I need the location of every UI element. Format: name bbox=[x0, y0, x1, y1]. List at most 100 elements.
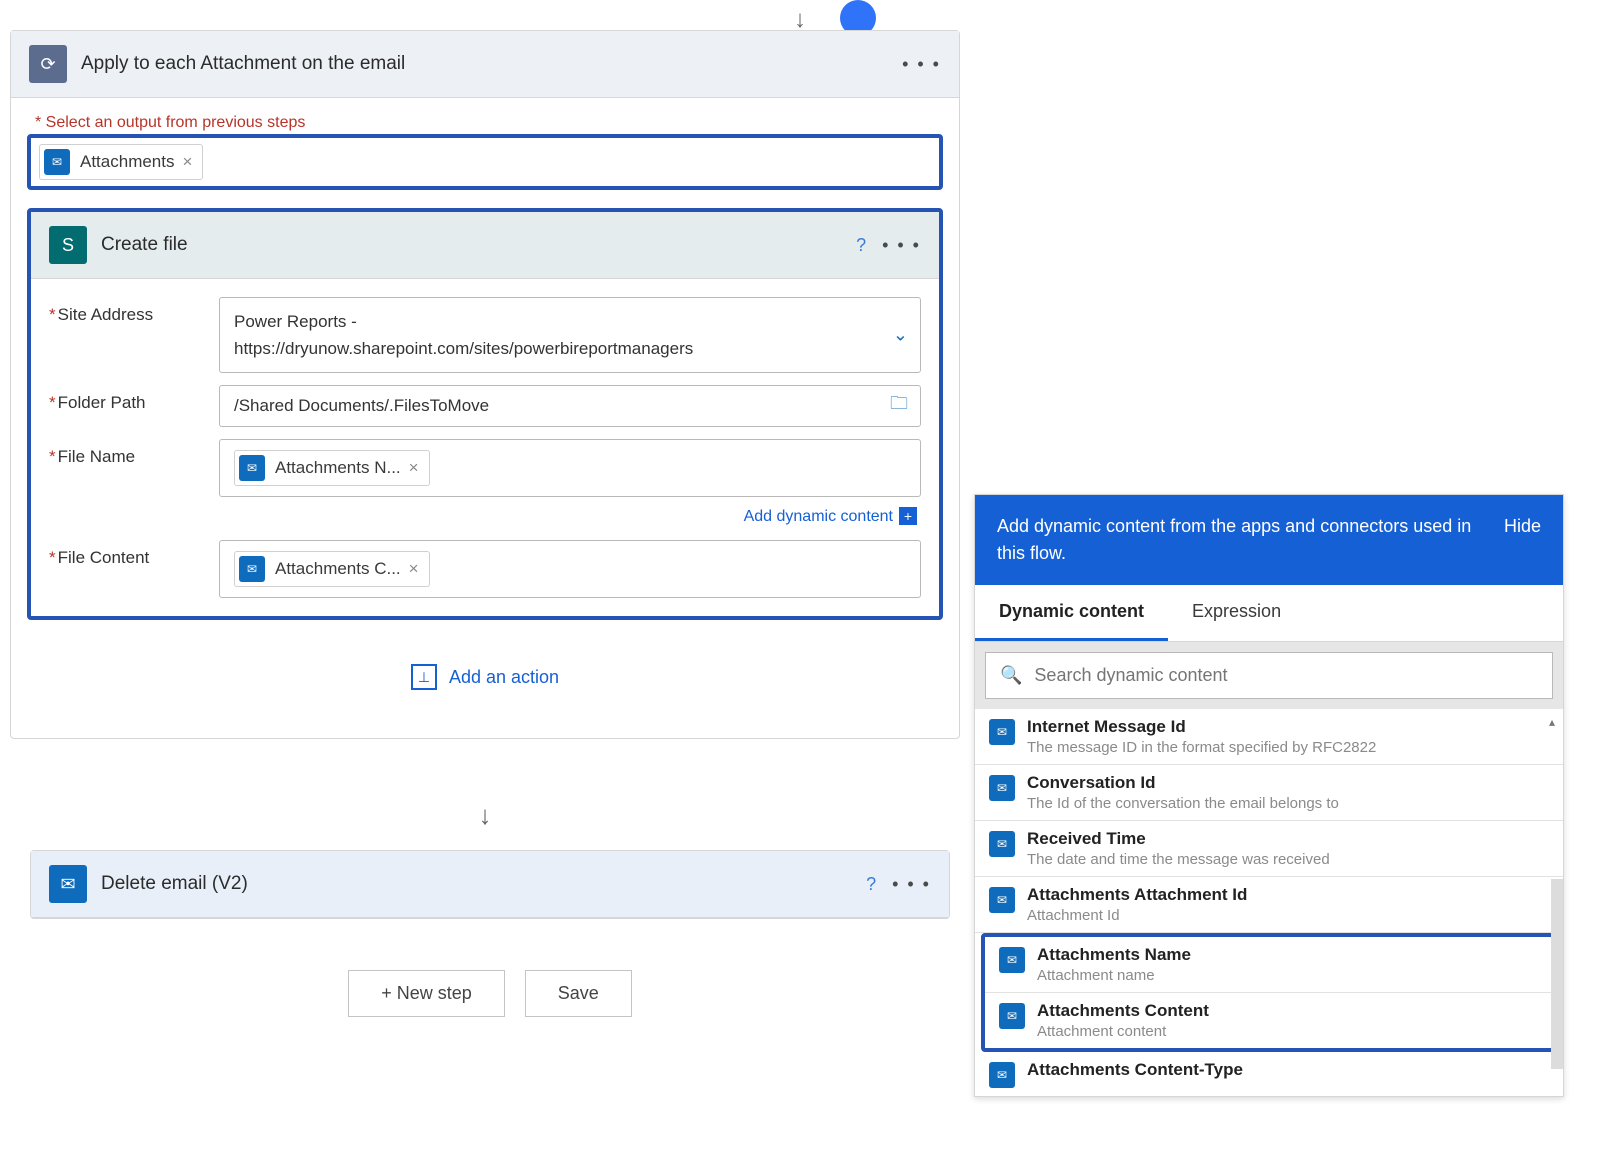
apply-to-each-title: Apply to each Attachment on the email bbox=[81, 53, 902, 75]
outlook-icon: ✉ bbox=[989, 831, 1015, 857]
file-name-input[interactable]: ✉ Attachments N... × bbox=[219, 439, 921, 497]
dc-item-desc: The date and time the message was receiv… bbox=[1027, 851, 1330, 868]
dc-item-title: Attachments Content-Type bbox=[1027, 1060, 1243, 1080]
site-address-input[interactable]: Power Reports - https://dryunow.sharepoi… bbox=[219, 297, 921, 373]
add-dynamic-content-link[interactable]: Add dynamic content+ bbox=[744, 508, 917, 525]
site-address-line2: https://dryunow.sharepoint.com/sites/pow… bbox=[234, 335, 693, 362]
new-step-button[interactable]: + New step bbox=[348, 970, 505, 1017]
add-action-label: Add an action bbox=[449, 667, 559, 688]
dc-item-attachments-content[interactable]: ✉ Attachments Content Attachment content bbox=[985, 993, 1553, 1048]
help-icon[interactable]: ? bbox=[856, 235, 866, 256]
outlook-icon: ✉ bbox=[239, 556, 265, 582]
save-button[interactable]: Save bbox=[525, 970, 632, 1017]
file-content-token[interactable]: ✉ Attachments C... × bbox=[234, 551, 430, 587]
token-label: Attachments N... bbox=[275, 458, 401, 478]
create-file-header[interactable]: S Create file ? • • • bbox=[31, 212, 939, 279]
remove-token-icon[interactable]: × bbox=[409, 458, 419, 478]
attachments-token[interactable]: ✉ Attachments × bbox=[39, 144, 203, 180]
search-box[interactable]: 🔍 bbox=[985, 652, 1553, 699]
dc-item-conversation-id[interactable]: ✉ Conversation Id The Id of the conversat… bbox=[975, 765, 1563, 821]
dc-item-desc: The Id of the conversation the email bel… bbox=[1027, 795, 1339, 812]
search-icon: 🔍 bbox=[1000, 665, 1022, 686]
search-wrap: 🔍 bbox=[975, 642, 1563, 709]
outlook-icon: ✉ bbox=[999, 947, 1025, 973]
remove-token-icon[interactable]: × bbox=[183, 152, 193, 172]
remove-token-icon[interactable]: × bbox=[409, 559, 419, 579]
dc-item-attachment-id[interactable]: ✉ Attachments Attachment Id Attachment Id bbox=[975, 877, 1563, 933]
outlook-icon: ✉ bbox=[44, 149, 70, 175]
folder-path-row: *Folder Path /Shared Documents/.FilesToM… bbox=[31, 379, 939, 433]
folder-picker-icon[interactable]: 🗀 bbox=[890, 391, 908, 421]
dc-item-desc: Attachment content bbox=[1037, 1023, 1209, 1040]
add-dynamic-content-link-row: Add dynamic content+ bbox=[31, 503, 939, 534]
token-label: Attachments C... bbox=[275, 559, 401, 579]
outlook-icon: ✉ bbox=[989, 1062, 1015, 1088]
site-address-row: *Site Address Power Reports - https://dr… bbox=[31, 291, 939, 379]
delete-email-title: Delete email (V2) bbox=[101, 873, 866, 895]
output-hint-label: * Select an output from previous steps bbox=[35, 114, 943, 132]
outlook-icon: ✉ bbox=[999, 1003, 1025, 1029]
tab-expression[interactable]: Expression bbox=[1168, 585, 1305, 641]
loop-icon: ⟳ bbox=[29, 45, 67, 83]
dc-item-internet-message-id[interactable]: ✉ Internet Message Id The message ID in t… bbox=[975, 709, 1563, 765]
delete-email-menu[interactable]: • • • bbox=[892, 874, 931, 895]
dc-item-desc: Attachment Id bbox=[1027, 907, 1247, 924]
dc-item-attachments-name[interactable]: ✉ Attachments Name Attachment name bbox=[985, 937, 1553, 993]
sharepoint-icon: S bbox=[49, 226, 87, 264]
bottom-buttons: + New step Save bbox=[30, 970, 950, 1017]
scrollbar-track[interactable] bbox=[1551, 879, 1563, 1069]
outlook-icon: ✉ bbox=[989, 775, 1015, 801]
flow-arrow-mid: ↓ bbox=[10, 800, 960, 831]
dc-item-desc: Attachment name bbox=[1037, 967, 1191, 984]
highlighted-items: ✉ Attachments Name Attachment name ✉ Atta… bbox=[981, 933, 1557, 1052]
apply-to-each-card: ⟳ Apply to each Attachment on the email … bbox=[10, 30, 960, 739]
dc-item-title: Attachments Name bbox=[1037, 945, 1191, 965]
outlook-icon: ✉ bbox=[49, 865, 87, 903]
search-input[interactable] bbox=[1034, 665, 1538, 686]
dc-item-title: Attachments Attachment Id bbox=[1027, 885, 1247, 905]
outlook-icon: ✉ bbox=[989, 719, 1015, 745]
folder-path-value: /Shared Documents/.FilesToMove bbox=[234, 396, 489, 416]
help-icon[interactable]: ? bbox=[866, 874, 876, 895]
file-content-input[interactable]: ✉ Attachments C... × bbox=[219, 540, 921, 598]
scroll-up-icon[interactable]: ▴ bbox=[1549, 715, 1559, 725]
create-file-card: S Create file ? • • • *Site Address Powe… bbox=[27, 208, 943, 620]
add-action-icon: ⊥ bbox=[411, 664, 437, 690]
dc-item-attachments-content-type[interactable]: ✉ Attachments Content-Type bbox=[975, 1052, 1563, 1096]
dc-item-title: Attachments Content bbox=[1037, 1001, 1209, 1021]
dc-item-desc: The message ID in the format specified b… bbox=[1027, 739, 1376, 756]
dc-item-received-time[interactable]: ✉ Received Time The date and time the mes… bbox=[975, 821, 1563, 877]
panel-header: Add dynamic content from the apps and co… bbox=[975, 495, 1563, 585]
site-address-label: Site Address bbox=[58, 305, 153, 324]
tab-dynamic-content[interactable]: Dynamic content bbox=[975, 585, 1168, 641]
folder-path-input[interactable]: /Shared Documents/.FilesToMove 🗀 bbox=[219, 385, 921, 427]
foreach-output-field[interactable]: ✉ Attachments × bbox=[27, 134, 943, 190]
outlook-icon: ✉ bbox=[989, 887, 1015, 913]
delete-email-header[interactable]: ✉ Delete email (V2) ? • • • bbox=[31, 851, 949, 918]
dynamic-content-list: ▴ ✉ Internet Message Id The message ID in… bbox=[975, 709, 1563, 1096]
apply-to-each-menu[interactable]: • • • bbox=[902, 54, 941, 75]
dc-item-title: Received Time bbox=[1027, 829, 1330, 849]
create-file-title: Create file bbox=[101, 234, 856, 256]
outlook-icon: ✉ bbox=[239, 455, 265, 481]
dc-item-title: Conversation Id bbox=[1027, 773, 1339, 793]
dc-item-title: Internet Message Id bbox=[1027, 717, 1376, 737]
dynamic-content-panel: Add dynamic content from the apps and co… bbox=[974, 494, 1564, 1097]
file-name-token[interactable]: ✉ Attachments N... × bbox=[234, 450, 430, 486]
file-content-row: *File Content ✉ Attachments C... × bbox=[31, 534, 939, 604]
panel-tabs: Dynamic content Expression bbox=[975, 585, 1563, 642]
site-address-line1: Power Reports - bbox=[234, 308, 357, 335]
apply-to-each-header[interactable]: ⟳ Apply to each Attachment on the email … bbox=[11, 31, 959, 98]
hide-panel-button[interactable]: Hide bbox=[1504, 513, 1541, 540]
file-content-label: File Content bbox=[58, 548, 150, 567]
file-name-row: *File Name ✉ Attachments N... × bbox=[31, 433, 939, 503]
delete-email-card: ✉ Delete email (V2) ? • • • bbox=[30, 850, 950, 919]
file-name-label: File Name bbox=[58, 447, 135, 466]
add-action-button[interactable]: ⊥ Add an action bbox=[27, 620, 943, 714]
folder-path-label: Folder Path bbox=[58, 393, 146, 412]
plus-icon: + bbox=[899, 507, 917, 525]
chevron-down-icon[interactable]: ⌄ bbox=[893, 321, 908, 350]
create-file-menu[interactable]: • • • bbox=[882, 235, 921, 256]
token-label: Attachments bbox=[80, 152, 175, 172]
panel-header-text: Add dynamic content from the apps and co… bbox=[997, 513, 1504, 567]
